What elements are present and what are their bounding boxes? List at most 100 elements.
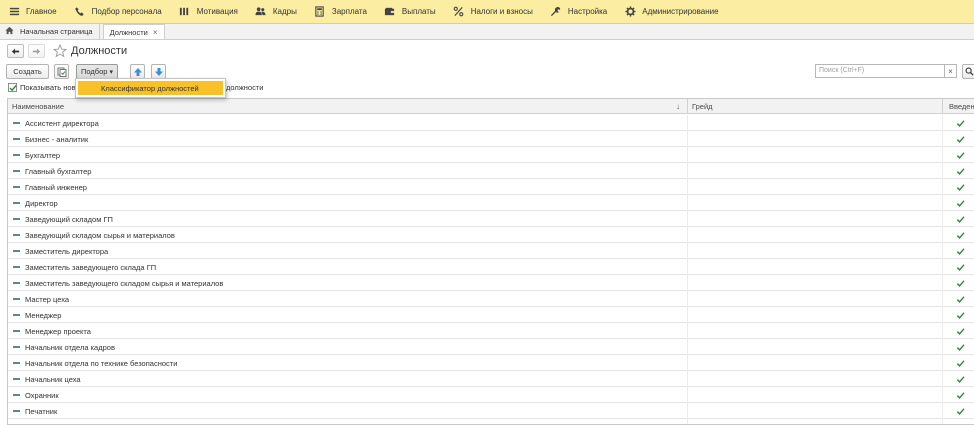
create-button[interactable]: Создать xyxy=(6,64,49,79)
back-button[interactable] xyxy=(7,44,24,58)
copy-icon xyxy=(57,67,67,77)
cell-introduced xyxy=(942,403,974,419)
cell-introduced xyxy=(942,179,974,195)
menu-item-recruiting[interactable]: Подбор персонала xyxy=(66,0,171,24)
table-row[interactable]: Начальник цеха xyxy=(8,371,974,387)
cell-name: Бизнес - аналитик xyxy=(25,134,89,144)
menu-item-payments[interactable]: Выплаты xyxy=(376,0,445,24)
cell-grade xyxy=(687,243,942,259)
podbor-button[interactable]: Подбор ▾ xyxy=(76,64,118,79)
item-marker-icon xyxy=(13,218,20,220)
copy-button[interactable] xyxy=(54,64,69,79)
checkmark-icon xyxy=(956,359,965,368)
cell-grade xyxy=(687,227,942,243)
tab-home-label: Начальная страница xyxy=(20,27,93,36)
wrench-icon xyxy=(550,6,562,18)
wallet-icon xyxy=(384,6,396,18)
checkmark-icon xyxy=(956,327,965,336)
menu-item-motivation[interactable]: Мотивация xyxy=(171,0,247,24)
table-row[interactable]: Заместитель заведующего складом сырья и … xyxy=(8,275,974,291)
table-row[interactable]: Ассистент директора xyxy=(8,115,974,131)
cell-grade xyxy=(687,163,942,179)
cell-introduced xyxy=(942,195,974,211)
cell-grade xyxy=(687,371,942,387)
search-input[interactable]: Поиск (Ctrl+F) xyxy=(815,64,945,78)
cell-grade xyxy=(687,355,942,371)
show-new-checkbox[interactable] xyxy=(8,83,17,92)
tab-home[interactable]: Начальная страница xyxy=(0,24,100,39)
podbor-label: Подбор xyxy=(81,67,108,76)
table-row[interactable]: Заместитель заведующего склада ГП xyxy=(8,259,974,275)
tab-positions[interactable]: Должности × xyxy=(102,24,165,39)
checkmark-icon xyxy=(956,231,965,240)
cell-introduced xyxy=(942,371,974,387)
cell-grade xyxy=(687,307,942,323)
menu-item-label: Зарплата xyxy=(331,7,367,16)
table-row[interactable]: Директор xyxy=(8,195,974,211)
table-row[interactable]: Менеджер xyxy=(8,307,974,323)
item-marker-icon xyxy=(13,314,20,316)
cell-name: Ассистент директора xyxy=(25,118,99,128)
tab-positions-label: Должности xyxy=(109,27,148,37)
cell-grade xyxy=(687,131,942,147)
checkmark-icon xyxy=(956,343,965,352)
move-up-button[interactable] xyxy=(130,64,145,79)
table-row[interactable]: Заведующий складом сырья и материалов xyxy=(8,227,974,243)
table-row[interactable]: Главный бухгалтер xyxy=(8,163,974,179)
cell-introduced xyxy=(942,243,974,259)
table-row[interactable]: Главный инженер xyxy=(8,179,974,195)
close-icon[interactable]: × xyxy=(153,28,158,37)
tab-bar: Начальная страница Должности × xyxy=(0,24,974,40)
cell-introduced xyxy=(942,291,974,307)
arrow-down-icon xyxy=(154,67,164,77)
table-row[interactable]: Начальник отдела кадров xyxy=(8,339,974,355)
home-icon xyxy=(5,26,20,37)
column-header-name[interactable]: Наименование xyxy=(8,99,687,114)
calculator-icon xyxy=(314,6,326,18)
checkmark-icon xyxy=(956,151,965,160)
cell-grade xyxy=(687,275,942,291)
cell-name: Заведующий складом сырья и материалов xyxy=(25,230,175,240)
cell-introduced xyxy=(942,211,974,227)
column-header-grade[interactable]: Грейд xyxy=(687,99,942,114)
item-marker-icon xyxy=(13,330,20,332)
forward-button[interactable] xyxy=(28,44,45,58)
cell-name: Заведующий складом ГП xyxy=(25,214,113,224)
show-new-checkbox-label-tail[interactable]: должности xyxy=(226,83,263,92)
table-row[interactable]: Заведующий складом ГП xyxy=(8,211,974,227)
menu-item-taxes[interactable]: Налоги и взносы xyxy=(445,0,542,24)
item-marker-icon xyxy=(13,282,20,284)
star-icon[interactable] xyxy=(52,43,68,58)
menu-item-hr[interactable]: Кадры xyxy=(247,0,306,24)
menu-item-salary[interactable]: Зарплата xyxy=(306,0,376,24)
move-down-button[interactable] xyxy=(151,64,166,79)
search-clear-button[interactable]: × xyxy=(945,64,957,78)
table-row[interactable]: Начальник отдела по технике безопасности xyxy=(8,355,974,371)
table-row[interactable]: Программист xyxy=(8,419,974,424)
menu-item-admin[interactable]: Администрирование xyxy=(616,0,727,24)
cell-grade xyxy=(687,195,942,211)
cell-name: Директор xyxy=(25,198,58,208)
item-marker-icon xyxy=(13,378,20,380)
sort-descending-icon[interactable]: ↓ xyxy=(676,102,680,111)
cell-introduced xyxy=(942,147,974,163)
menu-item-main[interactable]: Главное xyxy=(0,0,66,24)
table-row[interactable]: Заместитель директора xyxy=(8,243,974,259)
menu-item-label: Администрирование xyxy=(642,7,719,16)
checkmark-icon xyxy=(956,407,965,416)
show-new-checkbox-label[interactable]: Показывать новы xyxy=(20,83,81,92)
search-button[interactable] xyxy=(962,64,974,79)
menu-item-position-classifier[interactable]: Классификатор должностей xyxy=(78,81,223,95)
table-row[interactable]: Бухгалтер xyxy=(8,147,974,163)
menu-item-settings[interactable]: Настройка xyxy=(542,0,616,24)
cell-grade xyxy=(687,387,942,403)
table-row[interactable]: Мастер цеха xyxy=(8,291,974,307)
column-header-introduced[interactable]: Введена xyxy=(942,99,974,114)
table-row[interactable]: Охранник xyxy=(8,387,974,403)
cell-grade xyxy=(687,291,942,307)
table-row[interactable]: Печатник xyxy=(8,403,974,419)
table-row[interactable]: Бизнес - аналитик xyxy=(8,131,974,147)
table-row[interactable]: Менеджер проекта xyxy=(8,323,974,339)
cell-introduced xyxy=(942,419,974,424)
checkmark-icon xyxy=(956,391,965,400)
